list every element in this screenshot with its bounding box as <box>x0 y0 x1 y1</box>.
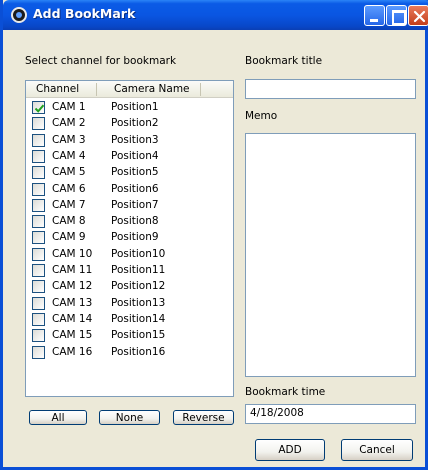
bookmark-time-input[interactable]: 4/18/2008 <box>245 404 416 424</box>
channel-cell: CAM 10 <box>52 247 93 260</box>
channel-row[interactable]: CAM 1 Position1 <box>26 99 233 115</box>
bookmark-title-input[interactable] <box>245 79 416 99</box>
camera-name-cell: Position9 <box>111 231 159 244</box>
channel-cell: CAM 12 <box>52 280 93 293</box>
cancel-button[interactable]: Cancel <box>341 439 413 461</box>
app-icon <box>11 7 27 23</box>
camera-name-cell: Position3 <box>111 133 159 146</box>
bookmark-title-label: Bookmark title <box>245 55 323 67</box>
channel-checkbox[interactable] <box>32 329 45 343</box>
minimize-button[interactable] <box>364 5 385 26</box>
channel-row[interactable]: CAM 7 Position7 <box>26 197 233 213</box>
select-all-button[interactable]: All <box>29 410 87 425</box>
add-button[interactable]: ADD <box>255 439 325 461</box>
channel-row[interactable]: CAM 12 Position12 <box>26 278 233 294</box>
channel-row[interactable]: CAM 2 Position2 <box>26 115 233 131</box>
bookmark-time-label: Bookmark time <box>245 386 326 398</box>
maximize-button[interactable] <box>386 5 407 26</box>
channel-list-header: Channel Camera Name <box>26 81 233 98</box>
channel-cell: CAM 4 <box>52 149 86 162</box>
close-icon <box>413 10 426 23</box>
channel-row[interactable]: CAM 13 Position13 <box>26 295 233 311</box>
channel-checkbox[interactable] <box>32 231 45 245</box>
channel-row[interactable]: CAM 16 Position16 <box>26 344 233 360</box>
channel-cell: CAM 9 <box>52 231 86 244</box>
channel-cell: CAM 14 <box>52 312 93 325</box>
channel-checkbox[interactable] <box>32 149 45 163</box>
camera-name-cell: Position15 <box>111 329 166 342</box>
close-button[interactable] <box>408 5 428 26</box>
memo-label: Memo <box>245 110 278 122</box>
channel-cell: CAM 11 <box>52 264 93 276</box>
camera-name-cell: Position7 <box>111 198 159 211</box>
channel-row[interactable]: CAM 15 Position15 <box>26 327 233 343</box>
camera-name-cell: Position5 <box>111 166 159 179</box>
channel-section-label: Select channel for bookmark <box>25 55 177 67</box>
channel-cell: CAM 16 <box>52 345 93 358</box>
camera-name-cell: Position14 <box>111 312 166 325</box>
channel-row[interactable]: CAM 11 Position11 <box>26 262 233 278</box>
channel-checkbox[interactable] <box>32 182 45 196</box>
reverse-selection-button[interactable]: Reverse <box>173 410 234 425</box>
channel-cell: CAM 2 <box>52 117 86 130</box>
channel-checkbox[interactable] <box>32 133 45 147</box>
channel-checkbox[interactable] <box>32 345 45 359</box>
camera-name-cell: Position4 <box>111 149 159 162</box>
camera-name-cell: Position8 <box>111 215 159 228</box>
channel-cell: CAM 7 <box>52 198 86 211</box>
select-none-button[interactable]: None <box>99 410 160 425</box>
channel-checkbox[interactable] <box>32 264 45 277</box>
camera-name-cell: Position6 <box>111 182 159 195</box>
channel-checkbox[interactable] <box>32 166 45 180</box>
channel-cell: CAM 15 <box>52 329 93 342</box>
channel-row[interactable]: CAM 14 Position14 <box>26 311 233 327</box>
column-header-channel[interactable]: Channel <box>36 83 79 95</box>
column-divider[interactable] <box>200 83 201 96</box>
channel-row[interactable]: CAM 10 Position10 <box>26 246 233 262</box>
channel-checkbox[interactable] <box>32 296 45 310</box>
memo-textarea[interactable] <box>245 133 416 377</box>
channel-row[interactable]: CAM 8 Position8 <box>26 213 233 229</box>
channel-checkbox[interactable] <box>32 280 45 294</box>
channel-cell: CAM 3 <box>52 133 86 146</box>
channel-checkbox[interactable] <box>32 215 45 229</box>
title-bar[interactable]: Add BookMark <box>3 0 428 30</box>
channel-cell: CAM 6 <box>52 182 86 195</box>
column-header-camera-name[interactable]: Camera Name <box>114 83 190 95</box>
channel-checkbox[interactable] <box>32 198 45 212</box>
channel-cell: CAM 8 <box>52 215 86 228</box>
window-title: Add BookMark <box>33 6 136 21</box>
channel-row[interactable]: CAM 4 Position4 <box>26 148 233 164</box>
camera-name-cell: Position1 <box>111 101 159 113</box>
channel-checkbox[interactable] <box>32 247 45 261</box>
channel-cell: CAM 13 <box>52 296 93 309</box>
camera-name-cell: Position2 <box>111 117 159 130</box>
channel-list[interactable]: Channel Camera Name CAM 1 Position1 CAM 2 P… <box>25 80 234 397</box>
channel-checkbox[interactable] <box>32 117 45 131</box>
channel-cell: CAM 1 <box>52 101 86 113</box>
checkmark-icon <box>34 104 45 113</box>
camera-name-cell: Position13 <box>111 296 166 309</box>
channel-row[interactable]: CAM 3 Position3 <box>26 132 233 148</box>
channel-checkbox[interactable] <box>32 101 45 114</box>
channel-row[interactable]: CAM 5 Position5 <box>26 164 233 180</box>
channel-row[interactable]: CAM 9 Position9 <box>26 229 233 245</box>
column-divider[interactable] <box>96 83 97 96</box>
channel-cell: CAM 5 <box>52 166 86 179</box>
camera-name-cell: Position10 <box>111 247 166 260</box>
camera-name-cell: Position16 <box>111 345 166 358</box>
camera-name-cell: Position11 <box>111 264 166 276</box>
channel-checkbox[interactable] <box>32 312 45 326</box>
camera-name-cell: Position12 <box>111 280 166 293</box>
channel-row[interactable]: CAM 6 Position6 <box>26 181 233 197</box>
